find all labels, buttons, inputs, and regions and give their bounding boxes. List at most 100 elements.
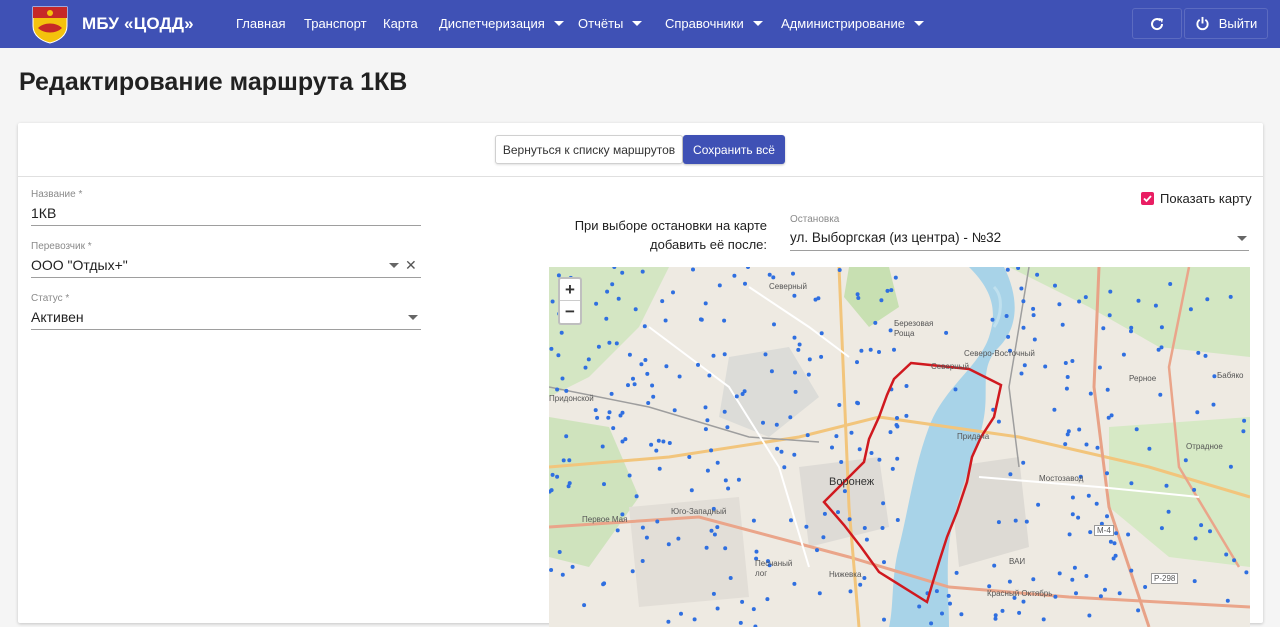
bus-stop-marker[interactable] [775, 447, 779, 451]
bus-stop-marker[interactable] [706, 469, 710, 473]
bus-stop-marker[interactable] [710, 529, 714, 533]
bus-stop-marker[interactable] [904, 414, 908, 418]
nav-home[interactable]: Главная [236, 16, 285, 31]
chevron-down-icon[interactable] [408, 315, 418, 320]
bus-stop-marker[interactable] [856, 292, 860, 296]
bus-stop-marker[interactable] [856, 401, 860, 405]
bus-stop-marker[interactable] [620, 271, 624, 275]
bus-stop-marker[interactable] [1108, 290, 1112, 294]
bus-stop-marker[interactable] [1061, 323, 1065, 327]
bus-stop-marker[interactable] [1017, 611, 1021, 615]
bus-stop-marker[interactable] [615, 341, 619, 345]
bus-stop-marker[interactable] [601, 445, 605, 449]
bus-stop-marker[interactable] [788, 415, 792, 419]
bus-stop-marker[interactable] [676, 537, 680, 541]
bus-stop-marker[interactable] [1204, 354, 1208, 358]
bus-stop-marker[interactable] [1168, 282, 1172, 286]
bus-stop-marker[interactable] [1025, 520, 1029, 524]
name-field[interactable]: 1КВ [31, 205, 56, 221]
bus-stop-marker[interactable] [723, 410, 727, 414]
bus-stop-marker[interactable] [892, 348, 896, 352]
bus-stop-marker[interactable] [723, 352, 727, 356]
bus-stop-marker[interactable] [1098, 366, 1102, 370]
bus-stop-marker[interactable] [561, 573, 565, 577]
bus-stop-marker[interactable] [1167, 510, 1171, 514]
bus-stop-marker[interactable] [819, 355, 823, 359]
bus-stop-marker[interactable] [1229, 295, 1233, 299]
bus-stop-marker[interactable] [1160, 325, 1164, 329]
bus-stop-marker[interactable] [855, 360, 859, 364]
bus-stop-marker[interactable] [634, 307, 638, 311]
bus-stop-marker[interactable] [865, 538, 869, 542]
carrier-select[interactable]: ООО "Отдых+" [31, 257, 128, 273]
bus-stop-marker[interactable] [722, 319, 726, 323]
bus-stop-marker[interactable] [830, 446, 834, 450]
bus-stop-marker[interactable] [792, 453, 796, 457]
bus-stop-marker[interactable] [820, 331, 824, 335]
bus-stop-marker[interactable] [1084, 295, 1088, 299]
bus-stop-marker[interactable] [877, 350, 881, 354]
bus-stop-marker[interactable] [917, 605, 921, 609]
bus-stop-marker[interactable] [1147, 447, 1151, 451]
bus-stop-marker[interactable] [837, 403, 841, 407]
bus-stop-marker[interactable] [704, 405, 708, 409]
bus-stop-marker[interactable] [815, 548, 819, 552]
bus-stop-marker[interactable] [1058, 571, 1062, 575]
bus-stop-marker[interactable] [679, 612, 683, 616]
bus-stop-marker[interactable] [1158, 393, 1162, 397]
bus-stop-marker[interactable] [1165, 484, 1169, 488]
bus-stop-marker[interactable] [712, 592, 716, 596]
bus-stop-marker[interactable] [673, 408, 677, 412]
bus-stop-marker[interactable] [550, 488, 554, 492]
nav-administration[interactable]: Администрирование [781, 16, 924, 31]
bus-stop-marker[interactable] [597, 345, 601, 349]
bus-stop-marker[interactable] [1089, 392, 1093, 396]
bus-stop-marker[interactable] [610, 282, 614, 286]
bus-stop-marker[interactable] [765, 597, 769, 601]
bus-stop-marker[interactable] [705, 418, 709, 422]
bus-stop-marker[interactable] [602, 482, 606, 486]
bus-stop-marker[interactable] [1077, 428, 1081, 432]
bus-stop-marker[interactable] [641, 559, 645, 563]
bus-stop-marker[interactable] [584, 366, 588, 370]
bus-stop-marker[interactable] [1226, 599, 1230, 603]
bus-stop-marker[interactable] [700, 318, 704, 322]
bus-stop-marker[interactable] [935, 589, 939, 593]
bus-stop-marker[interactable] [796, 348, 800, 352]
bus-stop-marker[interactable] [1088, 530, 1092, 534]
bus-stop-marker[interactable] [723, 546, 727, 550]
bus-stop-marker[interactable] [607, 341, 611, 345]
bus-stop-marker[interactable] [1005, 314, 1009, 318]
route-map[interactable]: Северный Березовая Роща Северо-Восточный… [549, 267, 1250, 627]
bus-stop-marker[interactable] [780, 450, 784, 454]
bus-stop-marker[interactable] [1137, 299, 1141, 303]
bus-stop-marker[interactable] [1118, 591, 1122, 595]
brand-title[interactable]: МБУ «ЦОДД» [82, 14, 194, 34]
bus-stop-marker[interactable] [619, 414, 623, 418]
bus-stop-marker[interactable] [768, 273, 772, 277]
bus-stop-marker[interactable] [725, 425, 729, 429]
stop-select[interactable]: ул. Выборгская (из центра) - №32 [790, 230, 1001, 245]
bus-stop-marker[interactable] [1129, 481, 1133, 485]
bus-stop-marker[interactable] [1113, 541, 1117, 545]
bus-stop-marker[interactable] [836, 510, 840, 514]
bus-stop-marker[interactable] [582, 603, 586, 607]
bus-stop-marker[interactable] [1073, 566, 1077, 570]
bus-stop-marker[interactable] [628, 474, 632, 478]
bus-stop-marker[interactable] [791, 272, 795, 276]
coat-of-arms-logo[interactable] [30, 4, 70, 44]
bus-stop-marker[interactable] [997, 520, 1001, 524]
bus-stop-marker[interactable] [716, 461, 720, 465]
bus-stop-marker[interactable] [792, 582, 796, 586]
bus-stop-marker[interactable] [1076, 516, 1080, 520]
bus-stop-marker[interactable] [1021, 461, 1025, 465]
bus-stop-marker[interactable] [895, 416, 899, 420]
bus-stop-marker[interactable] [1096, 446, 1100, 450]
bus-stop-marker[interactable] [948, 602, 952, 606]
bus-stop-marker[interactable] [713, 533, 717, 537]
bus-stop-marker[interactable] [1199, 523, 1203, 527]
bus-stop-marker[interactable] [789, 518, 793, 522]
bus-stop-marker[interactable] [959, 612, 963, 616]
bus-stop-marker[interactable] [664, 319, 668, 323]
bus-stop-marker[interactable] [839, 460, 843, 464]
